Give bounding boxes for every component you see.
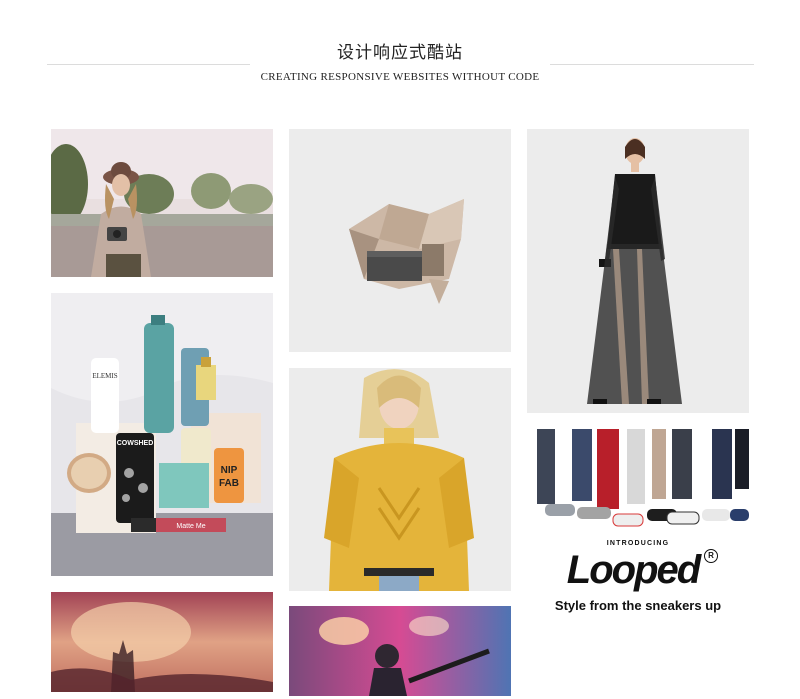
registered-mark-icon: R: [704, 549, 718, 563]
svg-text:ELEMIS: ELEMIS: [92, 372, 117, 380]
concert-image: [51, 592, 273, 692]
black-dress-image: [527, 129, 749, 413]
svg-text:FAB: FAB: [219, 478, 239, 489]
gallery-item-woman-camera[interactable]: [51, 129, 273, 277]
gallery-item-concert[interactable]: [51, 592, 273, 692]
svg-text:Matte Me: Matte Me: [176, 523, 205, 530]
package-image: [289, 129, 511, 352]
svg-text:NIP: NIP: [221, 465, 238, 476]
page-subtitle: CREATING RESPONSIVE WEBSITES WITHOUT COD…: [260, 71, 540, 83]
header-divider-right: [550, 64, 754, 65]
gallery-item-yellow-sweater[interactable]: [289, 368, 511, 591]
svg-text:COWSHED: COWSHED: [117, 440, 154, 447]
page-title: 设计响应式酷站: [337, 43, 463, 63]
ad-intro-text: INTRODUCING: [606, 540, 670, 547]
skincare-image: ELEMIS COWSHED NIP FAB Matte Me: [51, 293, 273, 576]
sneakers-ad-image: [527, 429, 749, 539]
gallery-item-sneakers-ad[interactable]: INTRODUCING Looped R Style from the snea…: [527, 429, 749, 699]
header-divider-left: [47, 64, 250, 65]
yellow-sweater-image: [289, 368, 511, 591]
gallery-item-skincare[interactable]: ELEMIS COWSHED NIP FAB Matte Me: [51, 293, 273, 576]
ad-tagline: Style from the sneakers up: [554, 598, 722, 613]
gallery-item-guitarist[interactable]: [289, 606, 511, 696]
woman-camera-image: [51, 129, 273, 277]
gallery-item-package[interactable]: [289, 129, 511, 352]
guitarist-image: [289, 606, 511, 696]
page-header: 设计响应式酷站 CREATING RESPONSIVE WEBSITES WIT…: [0, 0, 800, 100]
gallery-item-black-dress[interactable]: [527, 129, 749, 413]
